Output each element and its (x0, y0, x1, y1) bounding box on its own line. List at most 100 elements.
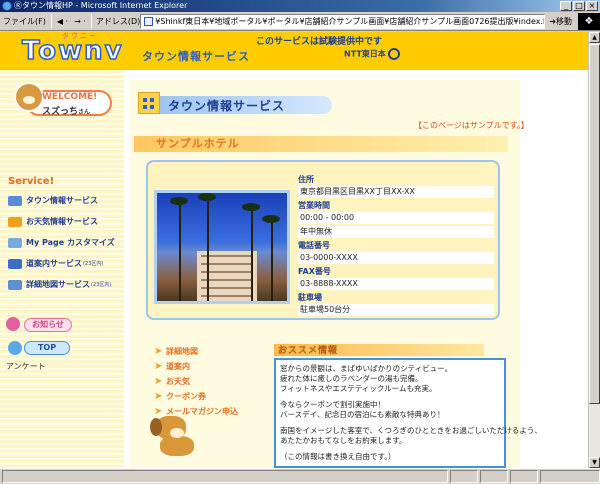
back-button[interactable]: ◀ · (54, 17, 71, 26)
news-button-label: お知らせ (24, 318, 72, 332)
hotel-photo (154, 190, 290, 304)
top-button[interactable]: TOP (8, 340, 72, 356)
sidebar-item-detailed-map[interactable]: 詳細地図サービス (23区内) (4, 274, 122, 295)
welcome-text: WELCOME! (42, 92, 98, 102)
link-label: 道案内 (166, 362, 190, 371)
recommend-box: 窓からの景観は、まばゆいばかりのシティビュー。 疲れた体に癒しのラベンダーの湯も… (274, 358, 542, 468)
sidebar-item-label: 詳細地図サービス (26, 280, 90, 289)
main-panel: タウン情報サービス 【このページはサンプルです。】 サンプルホテル 住所 東京都… (124, 70, 588, 468)
sidebar-item-note: (23区内) (83, 261, 104, 267)
dog-muzzle (170, 428, 184, 438)
status-pane (510, 470, 538, 483)
sidebar-item-label: 道案内サービス (26, 259, 82, 268)
recommend-line: バースデイ、記念日の宿泊にも素敵な特典あり！ (280, 410, 445, 419)
service-heading: Service! (8, 176, 55, 187)
provider-logo: NTT東日本 (344, 48, 400, 60)
link-detailed-map[interactable]: ➤ 詳細地図 (154, 344, 238, 359)
sidebar-item-mypage[interactable]: My Page カスタマイズ (4, 232, 122, 253)
hotel-info-list: 住所 東京都目黒区目黒XX丁目XX-XX 営業時間 00:00 - 00:00 … (298, 172, 494, 316)
hours-value: 00:00 - 00:00 (298, 212, 494, 224)
address-label: アドレス(D) (95, 16, 141, 26)
windows-logo-icon: ❖ (578, 12, 600, 30)
page-title: タウン情報サービス (168, 99, 286, 113)
monitor-icon (8, 237, 22, 248)
recommend-line: 南国をイメージした客室で、くつろぎのひとときをお過ごしいただけるよう、 (280, 426, 542, 435)
logo-ruby: タウニー (62, 32, 98, 40)
window-titlebar: Ⓡタウン情報HP - Microsoft Internet Explorer _… (0, 0, 600, 12)
map-icon (8, 279, 22, 290)
survey-link[interactable]: アンケート (6, 361, 46, 372)
sidebar-item-note: (23区内) (91, 282, 112, 288)
dog-ear (150, 418, 162, 436)
link-weather[interactable]: ➤ お天気 (154, 374, 238, 389)
recommend-title: おススメ情報 (278, 346, 339, 356)
scroll-down-icon[interactable]: ▼ (589, 457, 600, 468)
vertical-scrollbar[interactable]: ▲ ▼ (588, 32, 600, 468)
top-button-label: TOP (24, 341, 70, 355)
ie-logo-icon (2, 1, 12, 11)
car-icon (8, 195, 22, 206)
sidebar-item-directions[interactable]: 道案内サービス (23区内) (4, 253, 122, 274)
dog-mascot-icon (14, 82, 44, 112)
scroll-thumb[interactable] (589, 44, 600, 404)
news-button[interactable]: お知らせ (6, 317, 78, 333)
status-pane (480, 470, 508, 483)
go-button[interactable]: ➜移動 (545, 16, 576, 27)
palm-trunk (251, 207, 253, 301)
sidebar-item-label: お天気情報サービス (26, 217, 98, 226)
close-button[interactable]: × (586, 1, 598, 11)
site-header: Townv タウニー タウン情報サービス このサービスは試験提供中です NTT東… (0, 32, 588, 70)
palm-trunk (179, 201, 181, 301)
address-value: 東京都目黒区目黒XX丁目XX-XX (298, 186, 494, 198)
status-pane (450, 470, 478, 483)
window-controls: _ □ × (560, 1, 598, 11)
sample-note: 【このページはサンプルです。】 (414, 121, 529, 130)
sidebar-item-weather[interactable]: お天気情報サービス (4, 211, 122, 232)
palm-frond (170, 197, 188, 205)
recommend-title-bar: おススメ情報 (274, 344, 484, 356)
link-coupon[interactable]: ➤ クーポン券 (154, 389, 238, 404)
window-title: Ⓡタウン情報HP - Microsoft Internet Explorer (14, 1, 188, 10)
toolbar-separator (50, 14, 52, 28)
building-icon (138, 92, 160, 114)
sidebar-item-label: My Page カスタマイズ (26, 238, 115, 247)
arrow-icon: ➤ (154, 376, 163, 387)
user-name: スズっちさん (42, 104, 90, 117)
scroll-up-icon[interactable]: ▲ (589, 32, 600, 43)
page-icon (144, 16, 154, 26)
palm-frond (198, 193, 216, 201)
browser-toolbar: ファイル(F) ◀ · → · アドレス(D) ¥Shinkf東日本¥地域ポータ… (0, 12, 600, 31)
hotel-links: ➤ 詳細地図 ➤ 道案内 ➤ お天気 ➤ クーポン券 ➤ メールマガジン申込 (154, 344, 238, 419)
status-main (2, 470, 448, 483)
holiday-value: 年中無休 (298, 226, 494, 238)
arrow-icon: ➤ (154, 346, 163, 357)
palm-trunk (207, 195, 209, 301)
notice-icon (6, 317, 20, 331)
palm-trunk (271, 219, 273, 301)
link-label: クーポン券 (166, 392, 206, 401)
hotel-name: サンプルホテル (156, 137, 240, 150)
dog-illustration-icon (146, 416, 200, 460)
recommend-line: あたたかおもてなしをお約束します。 (280, 436, 407, 445)
address-text[interactable]: ¥Shinkf東日本¥地域ポータル¥ポータル¥店舗紹介サンプル画面¥店舗紹介サン… (155, 15, 544, 28)
address-label: 住所 (298, 175, 314, 184)
address-bar[interactable]: ¥Shinkf東日本¥地域ポータル¥ポータル¥店舗紹介サンプル画面¥店舗紹介サン… (140, 13, 546, 29)
toolbar-separator (90, 14, 92, 28)
sidebar-item-town-info[interactable]: タウン情報サービス (4, 190, 122, 211)
status-bar (0, 468, 600, 484)
sun-icon (8, 216, 22, 227)
palm-frond (242, 203, 260, 211)
recommend-line: 窓からの景観は、まばゆいばかりのシティビュー。 (280, 364, 453, 373)
hotel-info-box: 住所 東京都目黒区目黒XX丁目XX-XX 営業時間 00:00 - 00:00 … (146, 160, 500, 320)
link-label: お天気 (166, 377, 190, 386)
link-directions[interactable]: ➤ 道案内 (154, 359, 238, 374)
minimize-button[interactable]: _ (560, 1, 572, 11)
recommend-line: 今ならクーポンで割引実施中！ (280, 400, 385, 409)
left-sidebar: WELCOME! スズっちさん Service! タウン情報サービス お天気情報… (0, 70, 124, 468)
menu-file[interactable]: ファイル(F) (0, 16, 49, 27)
forward-button[interactable]: → · (71, 17, 89, 26)
phone-value: 03-0000-XXXX (298, 252, 494, 264)
arrow-icon: ➤ (154, 361, 163, 372)
maximize-button[interactable]: □ (573, 1, 585, 11)
fax-value: 03-8888-XXXX (298, 278, 494, 290)
